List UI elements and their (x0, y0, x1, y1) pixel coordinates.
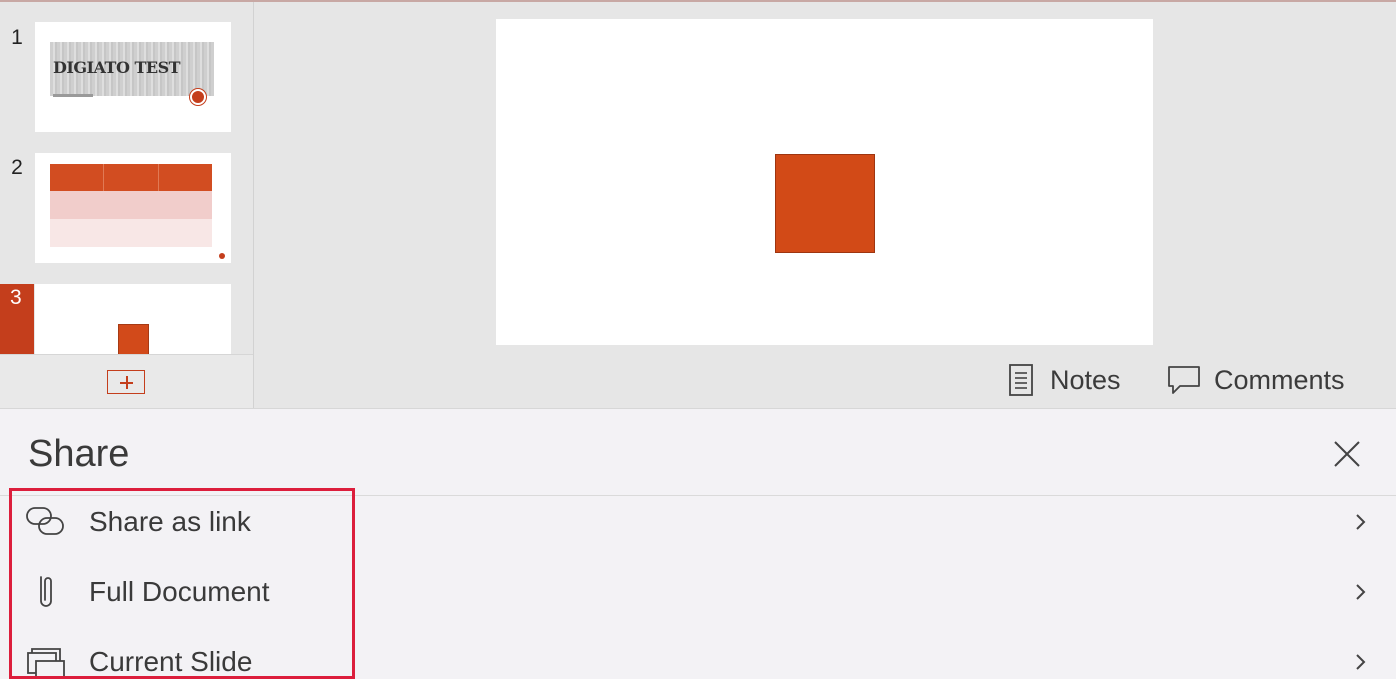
chevron-right-icon (1356, 654, 1366, 670)
chevron-right-icon (1356, 514, 1366, 530)
share-as-link-label: Share as link (89, 506, 251, 537)
chevron-right-icon (1356, 584, 1366, 600)
comments-button[interactable]: Comments (1166, 362, 1345, 398)
panel-divider (253, 2, 254, 408)
slide-number-3: 3 (0, 284, 34, 354)
share-as-link-option[interactable]: Share as link (0, 487, 1396, 557)
slide-number-2: 2 (11, 156, 23, 179)
slide-thumbnail-1[interactable]: DIGIATO TEST (35, 22, 231, 132)
thumbnail-table (50, 164, 212, 247)
slides-icon (27, 648, 65, 679)
notes-label: Notes (1050, 364, 1121, 395)
current-slide-label: Current Slide (89, 646, 253, 677)
share-title: Share (28, 433, 130, 475)
comment-icon (1168, 366, 1200, 394)
logo-dot (219, 253, 225, 259)
current-slide-option[interactable]: Current Slide (0, 627, 1396, 679)
logo-dot (190, 89, 206, 105)
thumbnail-title: DIGIATO TEST (53, 58, 181, 77)
thumbnail-subtitle (53, 94, 93, 97)
thumbnail-square-shape (118, 324, 149, 354)
slide-canvas[interactable] (496, 19, 1153, 345)
notes-button[interactable]: Notes (1006, 362, 1121, 398)
slide-thumbnail-2[interactable] (35, 153, 231, 263)
notes-icon (1009, 364, 1033, 396)
square-shape[interactable] (775, 154, 875, 253)
add-slide-button[interactable] (107, 370, 145, 394)
comments-label: Comments (1214, 364, 1345, 395)
full-document-label: Full Document (89, 576, 270, 607)
paperclip-icon (40, 576, 52, 607)
full-document-option[interactable]: Full Document (0, 557, 1396, 627)
link-icon (26, 507, 64, 535)
slide-number-1: 1 (11, 26, 23, 49)
share-sheet: Share Share as link Full Document Curren… (0, 408, 1396, 679)
close-icon (1334, 441, 1360, 467)
close-button[interactable] (1331, 438, 1363, 470)
slide-thumbnail-3[interactable] (35, 284, 231, 354)
slide-thumbnail-panel: 1 DIGIATO TEST 2 3 (0, 2, 253, 354)
